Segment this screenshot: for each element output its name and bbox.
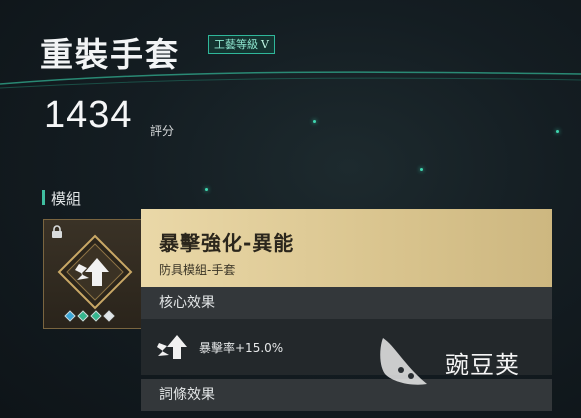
sparkle-decoration xyxy=(313,120,316,123)
module-type: 防具模組-手套 xyxy=(159,263,236,277)
score-value: 1434 xyxy=(44,94,133,136)
sparkle-decoration xyxy=(205,188,208,191)
gem-icon xyxy=(90,310,102,322)
crit-arrow-icon xyxy=(157,335,187,359)
item-title: 重裝手套 xyxy=(40,35,180,74)
core-effect-text: 暴擊率+15.0% xyxy=(199,341,284,355)
gem-icon xyxy=(77,310,89,322)
module-name: 暴擊強化-異能 xyxy=(159,231,295,255)
module-slot[interactable] xyxy=(43,219,143,329)
craft-level-badge: 工藝等級 V xyxy=(208,35,275,54)
gem-icon xyxy=(103,310,115,322)
sparkle-decoration xyxy=(556,130,559,133)
watermark-text: 豌豆荚 xyxy=(445,351,520,379)
tooltip-header: 暴擊強化-異能 防具模組-手套 xyxy=(141,209,552,287)
section-accent-bar xyxy=(42,190,45,205)
crit-arrow-icon xyxy=(57,234,133,310)
craft-level-value: V xyxy=(261,38,269,51)
craft-level-label: 工藝等級 xyxy=(214,38,258,51)
score-unit: 評分 xyxy=(150,124,175,138)
gem-icon xyxy=(64,310,76,322)
sparkle-decoration xyxy=(420,168,423,171)
gem-row xyxy=(64,310,115,322)
core-effect-header: 核心效果 xyxy=(141,287,552,319)
module-section-title: 模組 xyxy=(51,190,82,208)
